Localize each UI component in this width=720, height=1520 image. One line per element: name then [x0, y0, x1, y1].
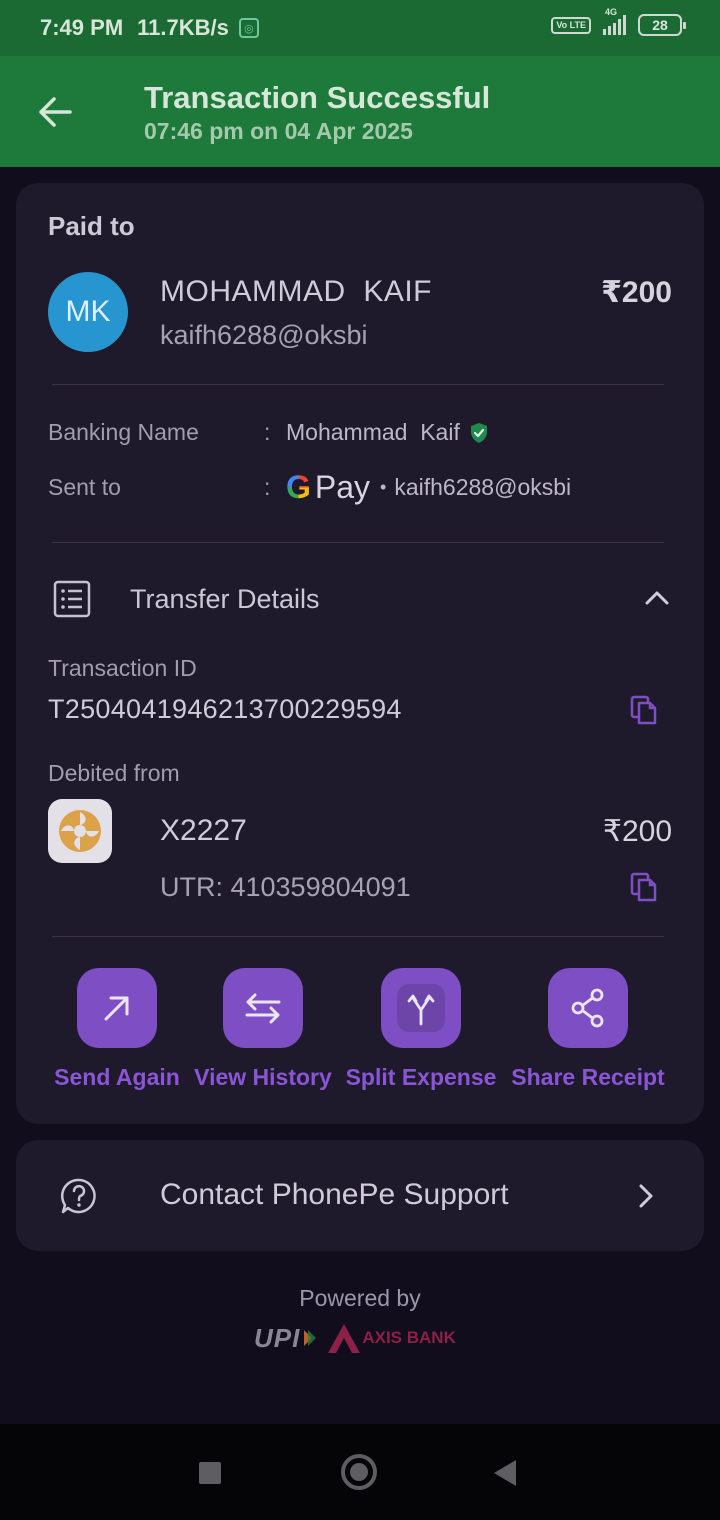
view-history-label: View History	[194, 1064, 332, 1090]
transaction-timestamp: 07:46 pm on 04 Apr 2025	[144, 118, 413, 144]
account-number: X2227	[160, 814, 247, 847]
paid-amount: ₹200	[601, 276, 672, 309]
debited-from-label: Debited from	[48, 760, 180, 786]
google-g-icon: G	[286, 469, 311, 505]
swap-arrows-icon	[245, 993, 281, 1024]
payee-upi-id: kaifh6288@oksbi	[160, 320, 368, 350]
send-again-label: Send Again	[54, 1064, 180, 1090]
transaction-id: T2504041946213700229594	[48, 694, 402, 724]
icici-bank-icon	[59, 810, 101, 852]
app-bar: Transaction Successful 07:46 pm on 04 Ap…	[0, 56, 720, 167]
divider	[52, 384, 664, 385]
copy-icon[interactable]	[629, 694, 659, 726]
recent-apps-button[interactable]	[199, 1462, 221, 1484]
separator: :	[264, 474, 271, 500]
battery-level: 28	[652, 17, 668, 33]
banking-name: Mohammad Kaif	[286, 419, 460, 445]
split-icon	[407, 994, 435, 1026]
page-title: Transaction Successful	[144, 80, 491, 115]
axis-bank-logo: AXIS BANK	[326, 1322, 456, 1354]
contact-support-button[interactable]: Contact PhonePe Support	[16, 1140, 704, 1251]
system-nav-bar	[0, 1424, 720, 1520]
status-bar: 7:49 PM 11.7KB/s ◎ Vo LTE 4G 28	[0, 0, 720, 56]
share-receipt-button[interactable]: Share Receipt	[511, 968, 665, 1091]
split-expense-icon-button[interactable]	[381, 968, 461, 1048]
gpay-text: Pay	[314, 469, 371, 505]
notification-app-icon: ◎	[238, 18, 259, 38]
chevron-up-icon[interactable]	[642, 583, 672, 613]
axis-bank-icon	[328, 1324, 361, 1353]
battery-icon: 28	[638, 14, 686, 36]
help-question-icon	[60, 1178, 96, 1214]
copy-icon[interactable]	[629, 871, 659, 903]
share-icon	[571, 988, 604, 1028]
sent-to-label: Sent to	[48, 474, 121, 500]
debited-amount: ₹200	[602, 815, 672, 848]
signal-icon: 4G	[603, 7, 626, 35]
status-time: 7:49 PM	[40, 15, 124, 40]
transfer-details-title: Transfer Details	[130, 583, 320, 614]
banking-name-value: Mohammad Kaif	[286, 419, 490, 446]
powered-by-label: Powered by	[299, 1285, 421, 1311]
share-receipt-icon-button[interactable]	[548, 968, 628, 1048]
divider	[52, 936, 664, 937]
payee-name: MOHAMMAD KAIF	[160, 275, 433, 308]
action-buttons: Send Again View History Split Expense Sh…	[16, 968, 704, 1098]
bank-logo	[48, 799, 112, 863]
view-history-icon-button[interactable]	[223, 968, 303, 1048]
arrow-up-right-icon	[104, 996, 129, 1021]
paid-to-label: Paid to	[48, 211, 135, 241]
transaction-card: Paid to MK MOHAMMAD KAIF kaifh6288@oksbi…	[16, 183, 704, 1124]
chevron-right-icon	[639, 1184, 653, 1208]
status-indicators: Vo LTE 4G 28	[551, 7, 686, 36]
upi-arrow-icon	[304, 1330, 317, 1346]
banking-name-label: Banking Name	[48, 419, 199, 445]
share-receipt-label: Share Receipt	[511, 1064, 665, 1090]
system-back-button[interactable]	[494, 1460, 516, 1486]
back-arrow-icon[interactable]	[34, 90, 78, 134]
split-expense-label: Split Expense	[345, 1064, 497, 1090]
document-list-icon	[53, 580, 91, 618]
avatar: MK	[48, 272, 128, 352]
sent-to-upi: kaifh6288@oksbi	[394, 474, 572, 500]
contact-support-label: Contact PhonePe Support	[160, 1178, 509, 1211]
verified-shield-icon	[470, 422, 487, 443]
status-network-speed: 11.7KB/s	[137, 15, 229, 40]
partner-logos: UPI AXIS BANK	[254, 1322, 456, 1354]
dot-separator: •	[380, 477, 387, 497]
axis-bank-text: AXIS BANK	[362, 1328, 456, 1347]
separator: :	[264, 419, 271, 445]
utr-number: UTR: 410359804091	[160, 872, 411, 902]
volte-icon: Vo LTE	[551, 16, 591, 34]
split-expense-button[interactable]: Split Expense	[346, 968, 496, 1091]
gpay-logo: G Pay	[286, 469, 370, 506]
home-button[interactable]	[341, 1454, 377, 1490]
upi-logo: UPI	[254, 1322, 301, 1353]
transfer-details-toggle[interactable]: Transfer Details	[48, 577, 672, 621]
send-again-icon-button[interactable]	[77, 968, 157, 1048]
view-history-button[interactable]: View History	[188, 968, 338, 1091]
transaction-id-label: Transaction ID	[48, 655, 197, 681]
divider	[52, 542, 664, 543]
send-again-button[interactable]: Send Again	[42, 968, 192, 1091]
sent-to-value: G Pay • kaifh6288@oksbi	[286, 469, 571, 506]
